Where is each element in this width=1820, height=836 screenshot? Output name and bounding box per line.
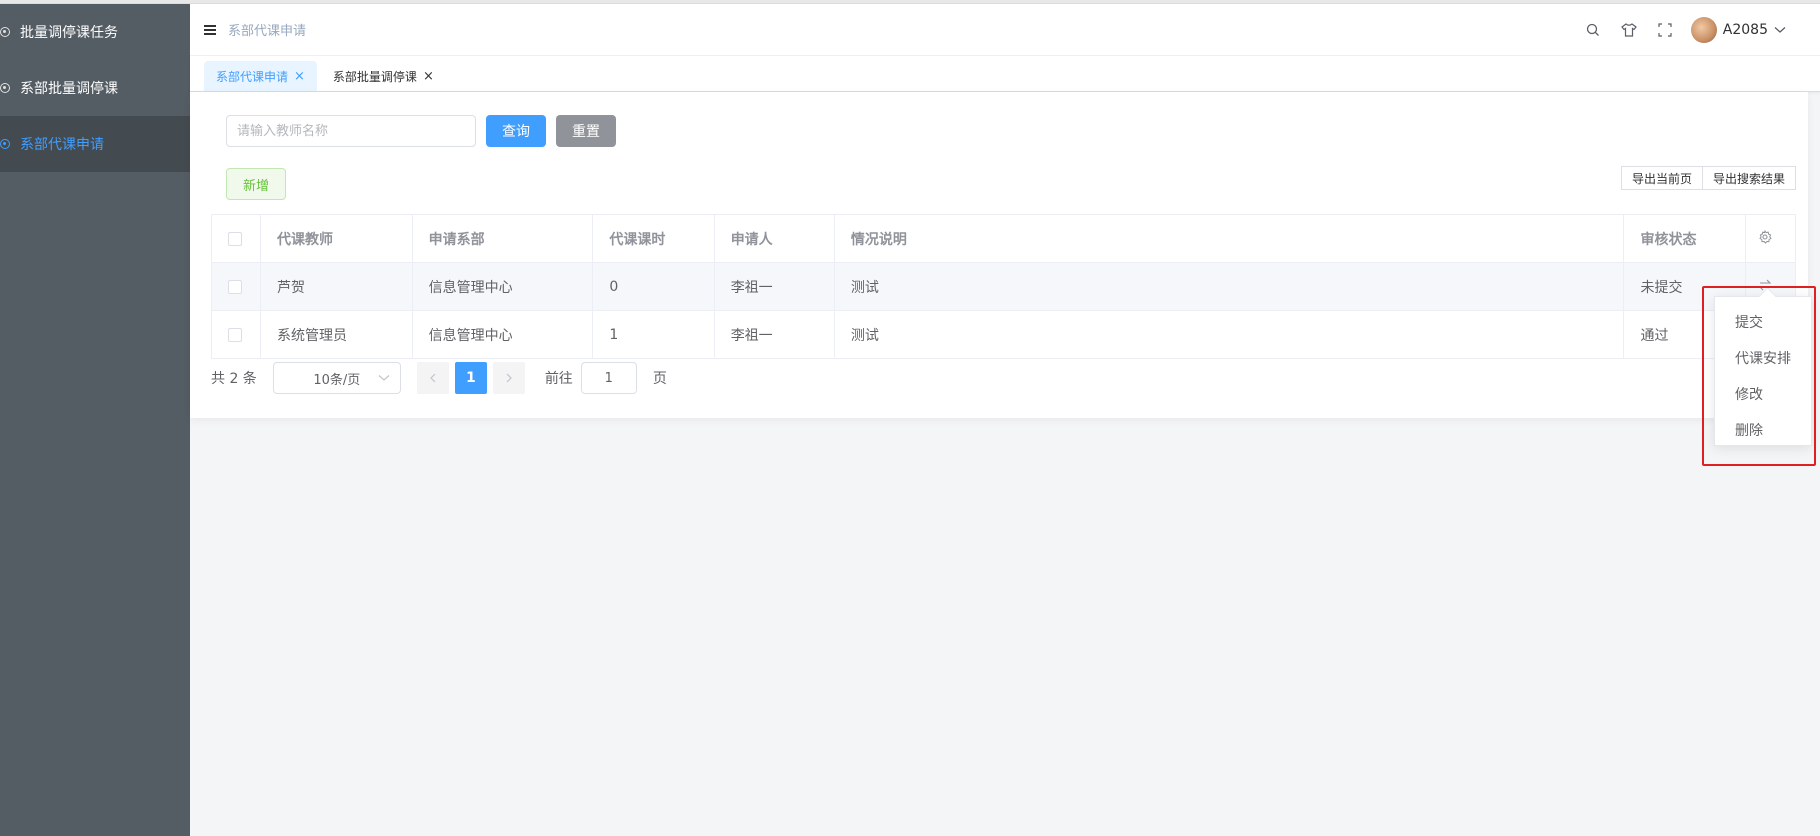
substitute-arrange-menu-item[interactable]: 代课安排 [1715,341,1811,377]
sidebar-item-batch-adjust-task[interactable]: 批量调停课任务 [0,4,190,60]
pagination: 共 2 条 10条/页 1 前往 页 [211,362,667,394]
search-icon[interactable] [1583,20,1603,40]
sidebar-item-label: 系部批量调停课 [20,81,118,97]
column-header: 情况说明 [834,214,1625,263]
export-button-group: 导出当前页 导出搜索结果 [1620,166,1796,190]
table-cell: 李祖一 [714,310,835,359]
table-cell: 测试 [834,310,1625,359]
query-button[interactable]: 查询 [486,115,546,147]
table-cell: 测试 [834,262,1625,311]
row-select-cell [211,262,261,311]
table-cell: 1 [592,310,715,359]
tab-dept-substitute-apply[interactable]: 系部代课申请 × [204,61,317,91]
page-number-current[interactable]: 1 [454,362,487,394]
select-all-checkbox[interactable] [228,231,242,246]
table-row[interactable]: 芦贺 信息管理中心 0 李祖一 测试 未提交 [211,262,1797,311]
column-header: 审核状态 [1623,214,1746,263]
column-settings-cell [1745,214,1797,263]
row-actions-dropdown: 提交 代课安排 修改 删除 [1714,296,1812,446]
menu-icon [0,139,10,149]
table-cell: 李祖一 [714,262,835,311]
column-header: 申请人 [714,214,835,263]
breadcrumb: 系部代课申请 [228,24,307,39]
next-page-button[interactable] [492,362,525,394]
sidebar-item-dept-substitute-apply[interactable]: 系部代课申请 [0,116,190,172]
tags-view: 系部代课申请 × 系部批量调停课 × [190,56,1820,92]
teacher-search-input[interactable] [226,115,476,147]
sidebar-item-dept-batch-adjust[interactable]: 系部批量调停课 [0,60,190,116]
page-suffix: 页 [652,371,667,387]
menu-icon [0,27,10,37]
prev-page-button[interactable] [416,362,449,394]
export-current-page-button[interactable]: 导出当前页 [1620,166,1703,190]
page-size-value: 10条/页 [313,372,361,388]
table-cell: 信息管理中心 [412,310,594,359]
row-select-cell [211,310,261,359]
hamburger-icon[interactable] [204,24,216,35]
column-header: 申请系部 [412,214,594,263]
tab-label: 系部代课申请 [216,69,289,84]
close-icon[interactable]: × [423,69,434,84]
table-cell: 系统管理员 [260,310,413,359]
menu-icon [0,83,10,93]
avatar[interactable] [1690,17,1717,43]
reset-button[interactable]: 重置 [556,115,616,147]
table-cell: 芦贺 [260,262,413,311]
goto-page-input[interactable] [580,362,637,394]
content-panel: 查询 重置 新增 导出当前页 导出搜索结果 代课教师 申请系部 代课课时 申请人… [190,92,1808,418]
table-cell: 0 [592,262,715,311]
submit-menu-item[interactable]: 提交 [1715,305,1811,341]
chevron-down-icon [378,371,390,386]
tab-dept-batch-adjust[interactable]: 系部批量调停课 × [321,61,446,91]
select-all-cell [211,214,261,263]
main-area: 系部代课申请 A2085 系部代课申请 × 系部批量调停课 × 请输入教师名称 … [190,4,1820,836]
add-button[interactable]: 新增 [226,168,286,200]
export-search-results-button[interactable]: 导出搜索结果 [1702,166,1796,190]
chevron-down-icon[interactable] [1770,20,1790,40]
theme-shirt-icon[interactable] [1619,20,1639,40]
column-header: 代课课时 [592,214,715,263]
fullscreen-icon[interactable] [1655,20,1675,40]
settings-gear-icon[interactable] [1758,229,1772,248]
tab-label: 系部批量调停课 [332,69,417,84]
column-header: 代课教师 [260,214,413,263]
user-name[interactable]: A2085 [1723,22,1768,38]
sidebar-item-label: 批量调停课任务 [20,25,118,41]
table-header-row: 代课教师 申请系部 代课课时 申请人 情况说明 审核状态 [211,214,1797,263]
table-row[interactable]: 系统管理员 信息管理中心 1 李祖一 测试 通过 [211,310,1797,359]
navbar: 系部代课申请 A2085 [190,4,1820,56]
sidebar: 批量调停课任务 系部批量调停课 系部代课申请 [0,4,190,836]
table-cell: 信息管理中心 [412,262,594,311]
sidebar-item-label: 系部代课申请 [20,137,104,153]
delete-menu-item[interactable]: 删除 [1715,413,1811,449]
page-size-select[interactable]: 10条/页 [272,362,401,394]
pagination-total: 共 2 条 [211,371,257,387]
goto-label: 前往 [544,371,573,387]
edit-menu-item[interactable]: 修改 [1715,377,1811,413]
row-checkbox[interactable] [228,279,242,294]
data-table: 代课教师 申请系部 代课课时 申请人 情况说明 审核状态 芦贺 信息管理中心 0… [211,214,1797,359]
close-icon[interactable]: × [294,69,305,84]
row-checkbox[interactable] [228,327,242,342]
